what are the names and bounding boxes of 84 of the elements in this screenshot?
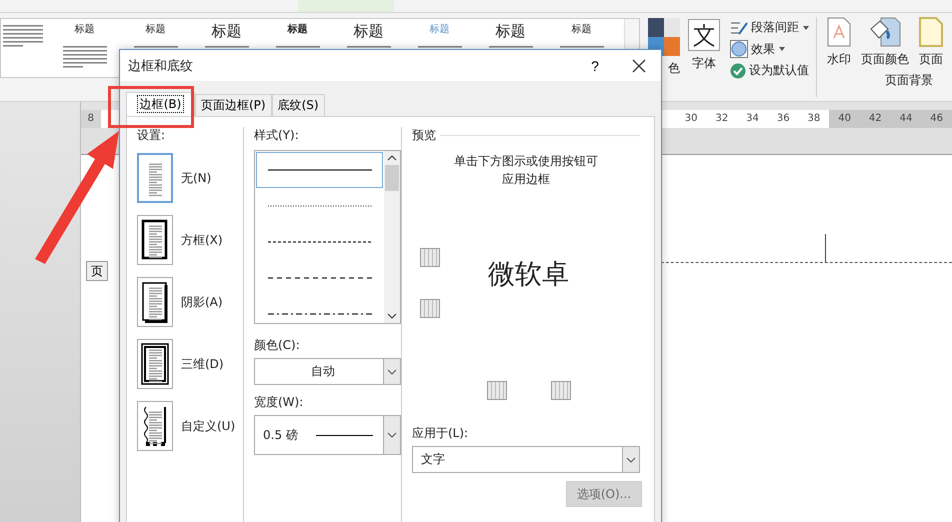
- preview-sample-text: 微软卓: [488, 258, 569, 292]
- style-preview-heading: 标题: [74, 22, 94, 37]
- fonts-icon[interactable]: [688, 19, 720, 51]
- style-preview-heading: 标题: [212, 22, 242, 40]
- style-preview-heading: 标题: [146, 22, 166, 37]
- preview-hint: 单击下方图示或使用按钮可应用边框: [452, 153, 599, 188]
- ruler-number: 36: [776, 112, 791, 126]
- ruler-number: 30: [684, 112, 699, 126]
- chevron-down-icon: [386, 431, 398, 439]
- set-default-button[interactable]: 设为默认值: [749, 62, 809, 79]
- text-cursor: [824, 234, 826, 262]
- setting-label: 方框(X): [181, 232, 223, 248]
- page-background-button[interactable]: 页面: [919, 51, 943, 68]
- setting-option[interactable]: [137, 339, 173, 389]
- dialog-tab[interactable]: 边框(B): [126, 92, 195, 116]
- close-icon: [632, 58, 646, 72]
- dropdown-caret-icon: [778, 46, 786, 52]
- paragraph-spacing-icon: [730, 20, 748, 36]
- help-button[interactable]: ?: [573, 50, 617, 81]
- setting-option[interactable]: [137, 215, 173, 265]
- setting-option[interactable]: [137, 401, 173, 451]
- style-preview-heading: 标题: [354, 22, 384, 40]
- scrollbar-thumb[interactable]: [385, 165, 399, 191]
- line-sample-icon: [268, 276, 372, 280]
- line-sample-icon: [268, 168, 372, 172]
- group-label: 页面背景: [885, 72, 934, 89]
- color-dropdown[interactable]: 自动: [254, 358, 401, 385]
- style-preview-heading: 标题: [288, 22, 308, 37]
- page-background-button[interactable]: 页面颜色: [861, 51, 909, 68]
- paint-bucket-page-icon[interactable]: [869, 17, 901, 47]
- style-preview-heading: 标题: [572, 22, 592, 37]
- preview-label: 预览: [412, 127, 436, 144]
- chevron-down-icon: [625, 456, 637, 464]
- ruler-number: 34: [745, 112, 760, 126]
- ruler-number: 46: [921, 110, 952, 128]
- page-preview-icon: [141, 219, 169, 261]
- color-swatch-icon[interactable]: [648, 18, 680, 56]
- apply-to-dropdown[interactable]: 文字: [412, 446, 640, 473]
- style-label: 样式(Y):: [254, 127, 300, 144]
- setting-label: 自定义(U): [181, 418, 236, 434]
- line-sample-icon: [268, 204, 372, 208]
- effects-button[interactable]: 效果: [751, 40, 775, 58]
- border-toggle-button[interactable]: [420, 248, 440, 267]
- ruler-number: 32: [714, 112, 730, 126]
- setting-option[interactable]: [137, 277, 173, 327]
- apply-to-label: 应用于(L):: [412, 425, 470, 442]
- style-preview-heading: 标题: [430, 22, 450, 37]
- setting-label: 阴影(A): [181, 294, 223, 310]
- page-background-button[interactable]: 水印: [827, 51, 851, 68]
- page-border-icon[interactable]: [919, 17, 943, 47]
- style-preview-heading: 标题: [496, 22, 526, 40]
- ruler-number: 42: [860, 110, 891, 128]
- watermark-icon[interactable]: [827, 17, 851, 47]
- color-label: 颜色(C):: [254, 337, 301, 354]
- line-style-option[interactable]: [256, 152, 383, 188]
- chevron-down-icon: [386, 368, 398, 376]
- scrollbar[interactable]: [384, 151, 400, 323]
- width-label: 宽度(W):: [254, 394, 304, 411]
- effects-icon: [730, 40, 748, 58]
- checkmark-icon: [730, 62, 746, 78]
- page-preview-icon: [141, 343, 169, 385]
- fonts-button[interactable]: 字体: [692, 55, 716, 72]
- ruler-number: 8: [80, 110, 101, 128]
- dropdown-caret-icon: [802, 24, 810, 30]
- ruler-number: 40: [829, 110, 860, 128]
- page-preview-icon: [141, 281, 169, 323]
- ruler-number: 44: [890, 110, 922, 128]
- page-preview-icon: [141, 405, 169, 447]
- border-toggle-button[interactable]: [487, 381, 507, 400]
- setting-label: 无(N): [181, 170, 212, 186]
- border-toggle-button[interactable]: [420, 299, 440, 318]
- setting-label: 三维(D): [181, 356, 224, 372]
- ruler-number: 38: [806, 112, 822, 126]
- dialog-tab[interactable]: 底纹(S): [272, 94, 325, 116]
- width-dropdown[interactable]: 0.5 磅: [254, 415, 401, 455]
- line-sample-icon: [268, 240, 372, 244]
- settings-label: 设置:: [137, 127, 166, 144]
- border-toggle-button[interactable]: [551, 381, 571, 400]
- line-sample-icon: [268, 312, 372, 316]
- dialog-title: 边框和底纹: [128, 58, 194, 74]
- paragraph-spacing-button[interactable]: 段落间距: [751, 19, 799, 36]
- colors-label[interactable]: 色: [668, 60, 680, 77]
- page-button[interactable]: 页: [86, 261, 108, 281]
- dialog-tab[interactable]: 页面边框(P): [195, 94, 272, 116]
